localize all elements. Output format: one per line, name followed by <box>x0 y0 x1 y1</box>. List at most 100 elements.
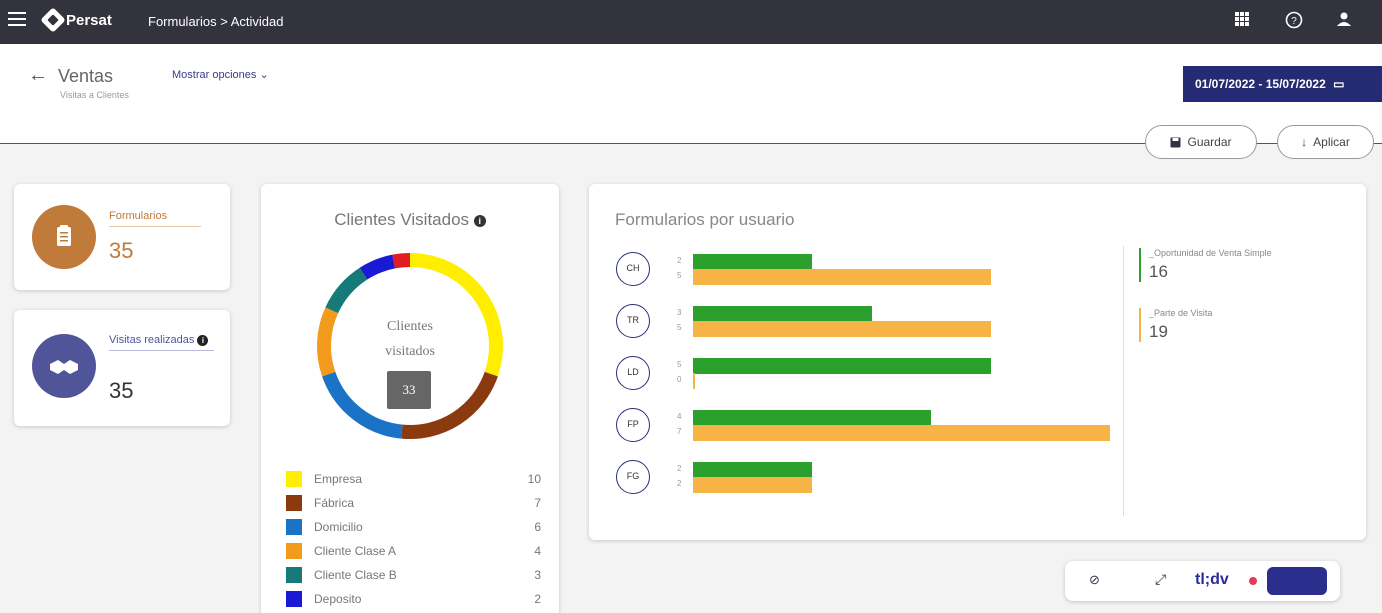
user-avatar-ch[interactable]: CH <box>616 252 650 286</box>
legend-count: 7 <box>534 496 541 510</box>
bar-tr-series-2[interactable] <box>693 321 991 337</box>
legend-item[interactable]: Empresa 10 <box>286 468 541 490</box>
legend-series-2: _Parte de Visita 19 <box>1139 308 1212 342</box>
expand-icon[interactable]: ⤢ <box>1155 571 1166 588</box>
legend-series-2-total: 19 <box>1149 322 1168 341</box>
chevron-down-icon: ⌄ <box>259 69 269 81</box>
apply-button[interactable]: ↓ Aplicar <box>1277 125 1374 159</box>
bar-value-label: 5 <box>677 271 682 280</box>
brand-logo[interactable]: Persat <box>40 7 112 33</box>
legend-swatch <box>286 567 302 583</box>
back-arrow-icon[interactable]: ← <box>28 64 48 87</box>
legend-label: Cliente Clase B <box>314 568 397 582</box>
tldv-brand: tl;dv <box>1195 571 1229 588</box>
legend-count: 4 <box>534 544 541 558</box>
chart-title: Formularios por usuario <box>615 210 795 229</box>
kpi-value: 35 <box>109 238 134 263</box>
legend-series-1-total: 16 <box>1149 262 1168 281</box>
bar-value-label: 2 <box>677 479 682 488</box>
legend-label: Empresa <box>314 472 363 486</box>
top-bar: Persat Formularios > Actividad ? <box>0 0 1382 44</box>
legend-series-1-name: _Oportunidad de Venta Simple <box>1149 248 1272 258</box>
user-avatar-ld[interactable]: LD <box>616 356 650 390</box>
kpi-label-text: Visitas realizadas <box>109 334 195 346</box>
bar-value-label: 5 <box>677 323 682 332</box>
bar-fp-series-1[interactable] <box>693 410 931 426</box>
legend-label: Cliente Clase A <box>314 544 397 558</box>
svg-text:?: ? <box>1291 16 1297 27</box>
info-icon[interactable]: i <box>473 214 486 227</box>
download-arrow-icon: ↓ <box>1301 135 1308 149</box>
recording-dot-icon <box>1249 577 1257 585</box>
apps-grid-icon[interactable] <box>1232 11 1252 31</box>
bar-value-label: 4 <box>677 412 682 421</box>
user-avatar-tr[interactable]: TR <box>616 304 650 338</box>
bar-fg-series-2[interactable] <box>693 477 812 493</box>
show-options-label: Mostrar opciones <box>172 69 257 81</box>
tldv-action-button[interactable] <box>1267 567 1327 595</box>
kpi-card-formularios[interactable]: Formularios 35 <box>14 184 230 290</box>
bar-ch-series-1[interactable] <box>693 254 812 270</box>
help-icon[interactable]: ? <box>1284 11 1304 31</box>
legend-item[interactable]: Fábrica 7 <box>286 492 541 514</box>
bar-value-label: 2 <box>677 464 682 473</box>
floppy-disk-icon <box>1170 137 1181 147</box>
legend-count: 2 <box>534 592 541 606</box>
legend-swatch <box>286 471 302 487</box>
legend-label: Deposito <box>314 592 362 606</box>
kpi-card-visitas[interactable]: Visitas realizadas i 35 <box>14 310 230 426</box>
legend-item[interactable]: Cliente Clase A 4 <box>286 540 541 562</box>
info-icon[interactable]: i <box>197 334 209 346</box>
date-range-value: 01/07/2022 - 15/07/2022 <box>1195 77 1326 91</box>
forms-per-user-card: Formularios por usuario CH 2 5 TR 3 5 LD 5 0 FP 4 7… <box>589 184 1366 540</box>
calendar-icon: ▭ <box>1333 77 1345 91</box>
handshake-icon <box>32 334 96 398</box>
date-range-picker[interactable]: 01/07/2022 - 15/07/2022 ▭ <box>1183 66 1382 102</box>
tldv-widget: ⊘ ⤢ tl;dv <box>1065 561 1340 601</box>
legend-item[interactable]: Deposito 2 <box>286 588 541 610</box>
legend-count: 3 <box>534 568 541 582</box>
legend-count: 6 <box>534 520 541 534</box>
legend-label: Fábrica <box>314 496 355 510</box>
donut-segment-5[interactable] <box>359 254 396 280</box>
brand-name: Persat <box>66 11 112 29</box>
legend-series-2-name: _Parte de Visita <box>1149 308 1213 318</box>
bar-ld-series-2[interactable] <box>693 373 695 389</box>
kpi-label: Visitas realizadas i <box>109 334 214 351</box>
user-avatar-fg[interactable]: FG <box>616 460 650 494</box>
save-button-label: Guardar <box>1187 135 1232 149</box>
donut-segment-6[interactable] <box>392 253 411 269</box>
bar-value-label: 2 <box>677 256 682 265</box>
donut-center-label-2: visitados <box>385 344 435 359</box>
save-button[interactable]: Guardar <box>1145 125 1257 159</box>
legend-swatch <box>286 519 302 535</box>
legend-item[interactable]: Domicilio 6 <box>286 516 541 538</box>
donut-center-label-1: Clientes <box>387 319 433 334</box>
bar-tr-series-1[interactable] <box>693 306 872 322</box>
show-options-toggle[interactable]: Mostrar opciones ⌄ <box>172 68 269 81</box>
legend-count: 10 <box>527 472 541 486</box>
chart-divider <box>1123 246 1124 516</box>
bar-fp-series-2[interactable] <box>693 425 1110 441</box>
apply-button-label: Aplicar <box>1313 135 1350 149</box>
breadcrumb[interactable]: Formularios > Actividad <box>148 14 283 29</box>
legend-item[interactable]: Cliente Clase B 3 <box>286 564 541 586</box>
donut-center-value: 33 <box>387 371 431 409</box>
kpi-label: Formularios <box>109 210 201 227</box>
user-icon[interactable] <box>1334 11 1354 31</box>
bar-fg-series-1[interactable] <box>693 462 812 478</box>
user-avatar-fp[interactable]: FP <box>616 408 650 442</box>
bar-ld-series-1[interactable] <box>693 358 991 374</box>
legend-swatch <box>286 543 302 559</box>
donut-segment-4[interactable] <box>325 267 368 314</box>
bar-ch-series-2[interactable] <box>693 269 991 285</box>
bar-value-label: 5 <box>677 360 682 369</box>
legend-swatch <box>286 591 302 607</box>
menu-icon[interactable] <box>8 12 26 28</box>
card-title: Clientes Visitados i <box>261 210 559 230</box>
page-subtitle: Visitas a Clientes <box>60 90 129 100</box>
hide-icon[interactable]: ⊘ <box>1089 572 1100 588</box>
bar-value-label: 0 <box>677 375 682 384</box>
legend-label: Domicilio <box>314 520 363 534</box>
page-title: Ventas <box>58 66 114 86</box>
